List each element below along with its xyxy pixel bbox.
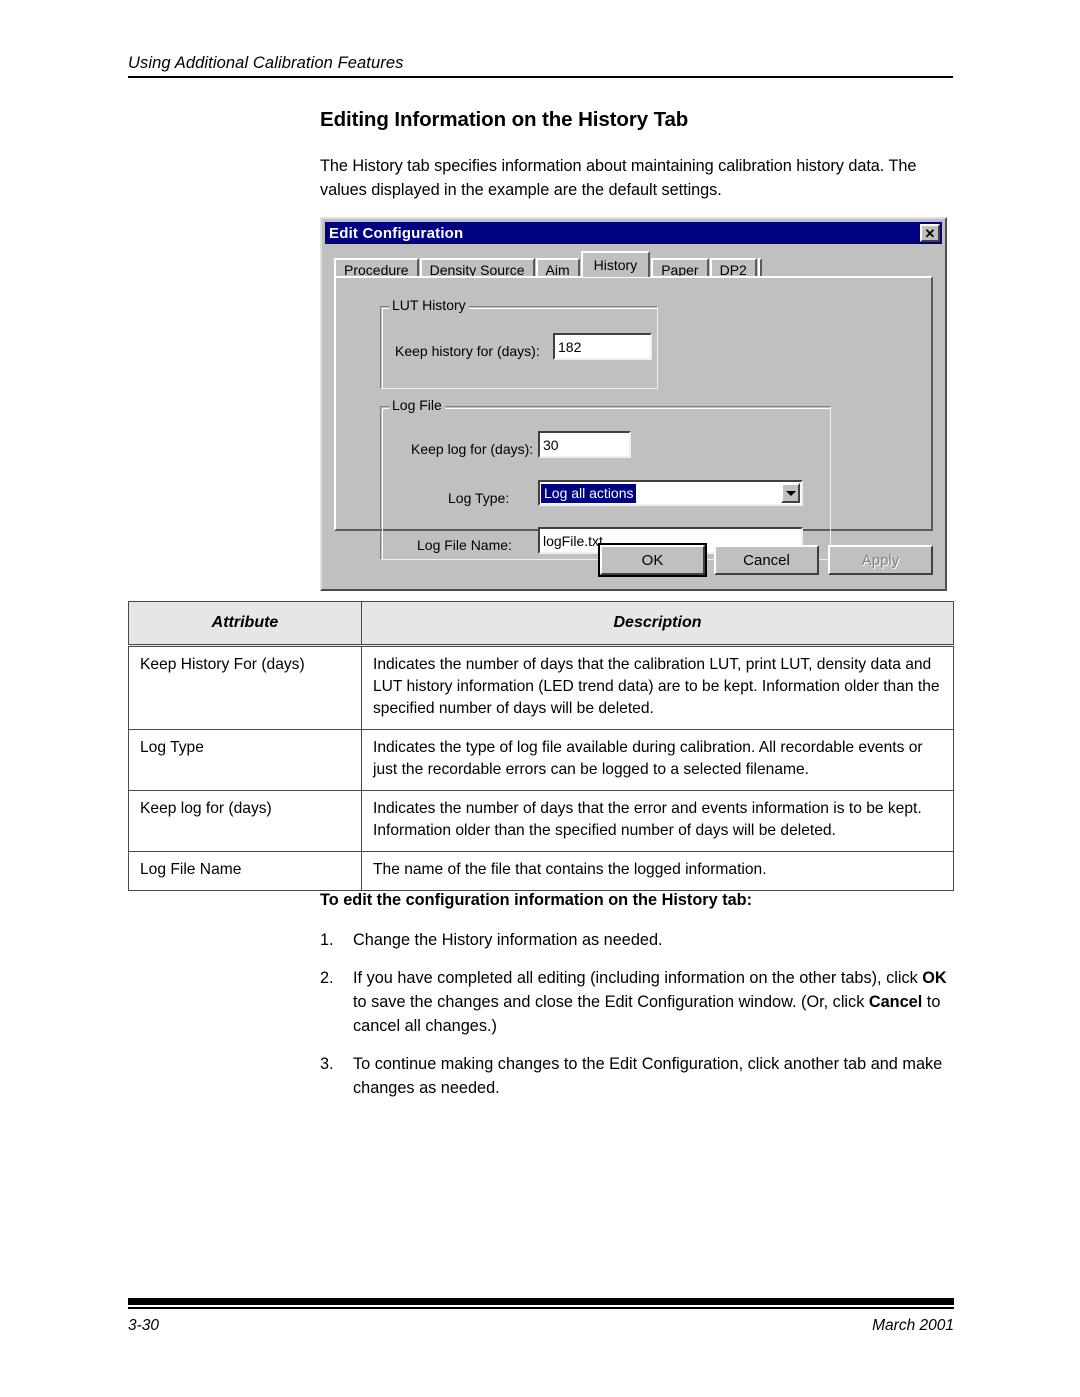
cell-description: Indicates the number of days that the ca… xyxy=(361,645,954,730)
step-number: 1. xyxy=(320,931,334,949)
keep-log-label: Keep log for (days): xyxy=(411,441,534,457)
footer-date: March 2001 xyxy=(872,1317,954,1334)
keep-log-input[interactable]: 30 xyxy=(538,431,631,458)
page-footer: 3-30 March 2001 xyxy=(128,1298,954,1335)
procedure-block: To edit the configuration information on… xyxy=(320,888,960,1114)
step-text: If you have completed all editing (inclu… xyxy=(353,969,947,1035)
dialog-tabstrip: Procedure Density Source Aim History Pap… xyxy=(334,251,933,280)
log-file-name-label: Log File Name: xyxy=(417,537,512,553)
page-running-header: Using Additional Calibration Features xyxy=(128,54,953,78)
tab-history[interactable]: History xyxy=(580,251,651,277)
table-row: Keep History For (days) Indicates the nu… xyxy=(128,645,954,730)
lut-history-group: LUT History Keep history for (days): 182 xyxy=(380,298,658,389)
intro-paragraph: The History tab specifies information ab… xyxy=(320,157,917,199)
keep-history-input[interactable]: 182 xyxy=(553,333,652,360)
section-intro-block: Editing Information on the History Tab T… xyxy=(320,108,955,202)
attribute-description-table: Attribute Description Keep History For (… xyxy=(128,601,954,891)
step-text: To continue making changes to the Edit C… xyxy=(353,1055,943,1097)
cell-attribute: Log File Name xyxy=(128,851,362,891)
footer-page-number: 3-30 xyxy=(128,1317,160,1334)
footer-rule-thick xyxy=(128,1298,954,1305)
chevron-down-icon[interactable] xyxy=(781,483,800,503)
procedure-title: To edit the configuration information on… xyxy=(320,891,753,909)
log-file-legend: Log File xyxy=(389,398,445,412)
keep-history-label: Keep history for (days): xyxy=(395,343,540,359)
procedure-step: 1. Change the History information as nee… xyxy=(320,928,960,952)
log-type-label: Log Type: xyxy=(448,490,510,506)
step-number: 2. xyxy=(320,969,334,987)
dialog-title: Edit Configuration xyxy=(329,224,464,242)
cell-attribute: Log Type xyxy=(128,729,362,791)
ok-button[interactable]: OK xyxy=(598,543,707,577)
log-type-selected-value: Log all actions xyxy=(541,483,636,503)
cell-attribute: Keep log for (days) xyxy=(128,790,362,852)
table-row: Log Type Indicates the type of log file … xyxy=(128,729,954,791)
table-header-row: Attribute Description xyxy=(128,601,954,647)
procedure-step: 3. To continue making changes to the Edi… xyxy=(320,1052,960,1100)
edit-configuration-dialog: Edit Configuration ✕ Procedure Density S… xyxy=(320,217,947,591)
cell-description: Indicates the type of log file available… xyxy=(361,729,954,791)
column-header-attribute: Attribute xyxy=(128,601,362,647)
table-row: Log File Name The name of the file that … xyxy=(128,851,954,891)
header-rule xyxy=(128,76,953,78)
step-text: Change the History information as needed… xyxy=(353,931,663,949)
page-title: Editing Information on the History Tab xyxy=(320,108,689,131)
dialog-titlebar: Edit Configuration ✕ xyxy=(325,222,942,244)
cell-attribute: Keep History For (days) xyxy=(128,645,362,730)
procedure-step: 2. If you have completed all editing (in… xyxy=(320,966,960,1038)
lut-history-legend: LUT History xyxy=(389,298,469,312)
step-number: 3. xyxy=(320,1055,334,1073)
running-head-text: Using Additional Calibration Features xyxy=(128,54,404,72)
log-type-combobox[interactable]: Log all actions xyxy=(538,480,803,506)
dialog-button-row: OK Cancel Apply xyxy=(598,543,933,577)
log-file-group: Log File Keep log for (days): 30 Log Typ… xyxy=(380,398,831,560)
close-icon[interactable]: ✕ xyxy=(920,224,940,242)
cancel-button[interactable]: Cancel xyxy=(714,545,819,575)
cell-description: The name of the file that contains the l… xyxy=(361,851,954,891)
apply-button: Apply xyxy=(828,545,933,575)
column-header-description: Description xyxy=(361,601,954,647)
cell-description: Indicates the number of days that the er… xyxy=(361,790,954,852)
table-row: Keep log for (days) Indicates the number… xyxy=(128,790,954,852)
history-tab-panel: LUT History Keep history for (days): 182… xyxy=(334,276,933,560)
